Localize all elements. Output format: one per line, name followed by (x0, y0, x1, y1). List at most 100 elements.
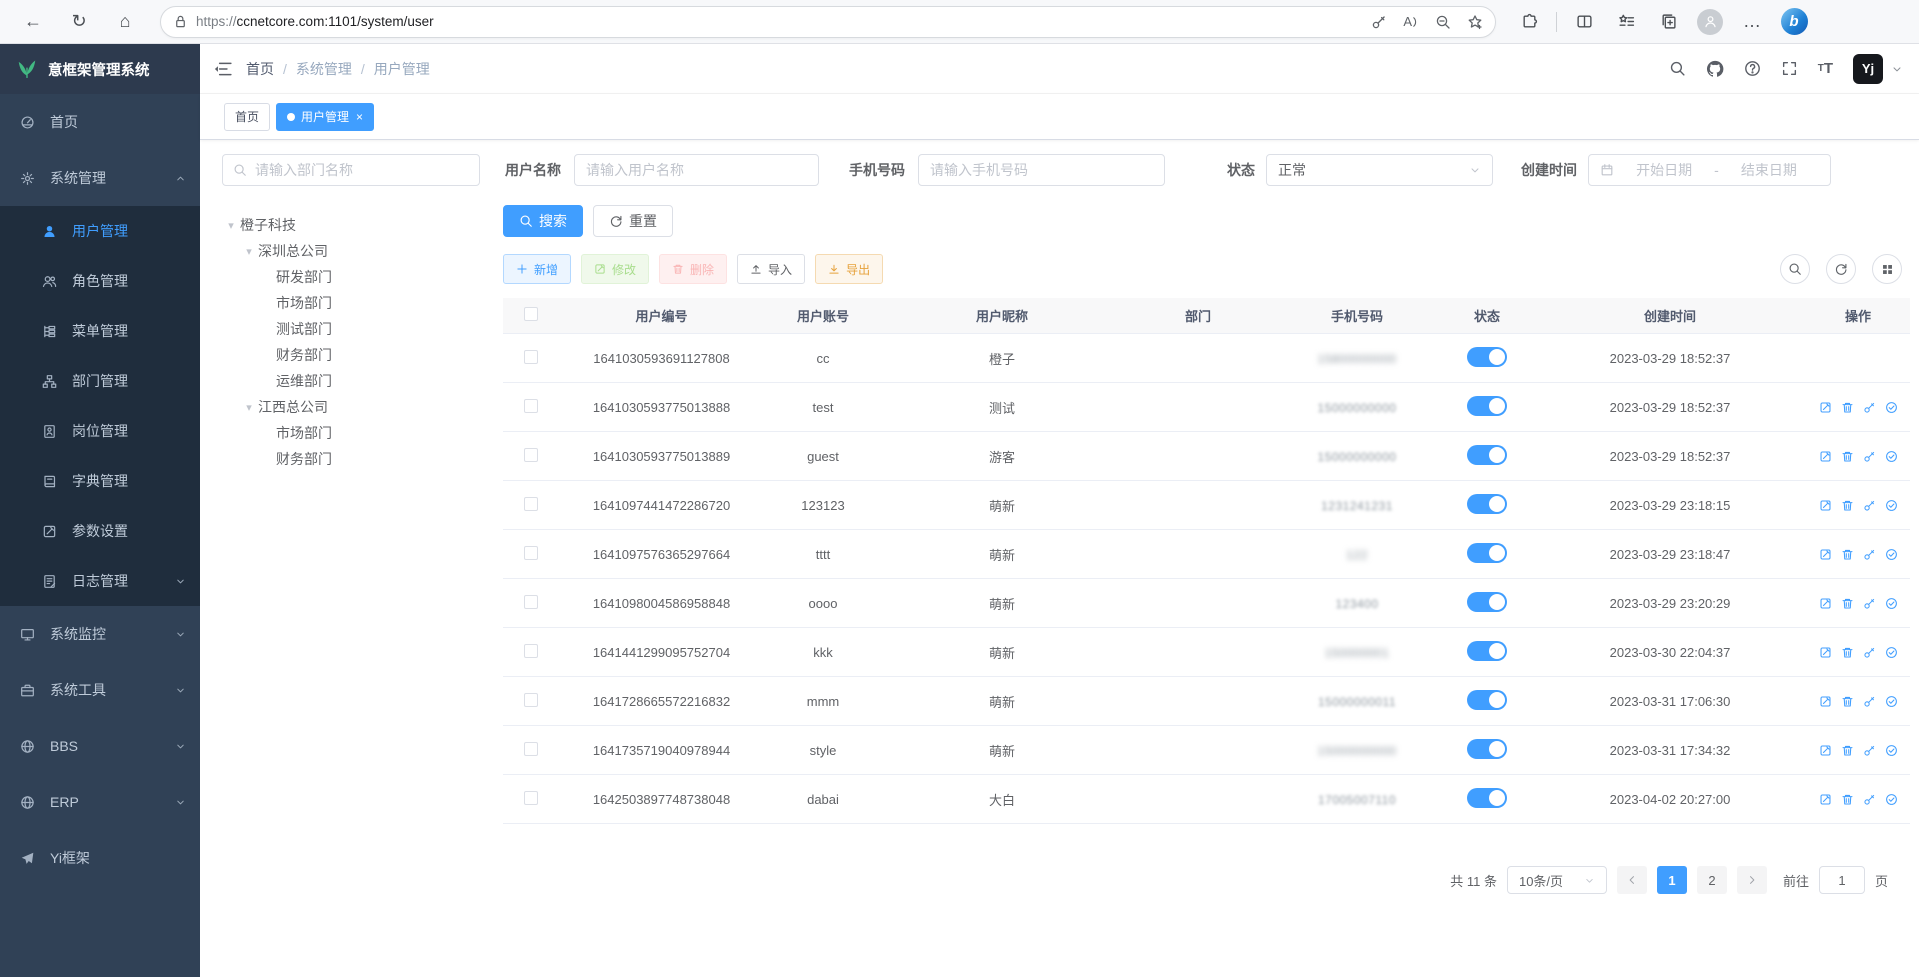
delete-icon[interactable] (1841, 401, 1854, 414)
row-checkbox[interactable] (524, 644, 538, 658)
row-checkbox[interactable] (524, 742, 538, 756)
status-toggle[interactable] (1467, 494, 1507, 514)
sidebar-item-参数设置[interactable]: 参数设置 (0, 506, 200, 556)
sidebar-item-部门管理[interactable]: 部门管理 (0, 356, 200, 406)
edit-icon[interactable] (1819, 597, 1832, 610)
tree-node-测试部门[interactable]: 测试部门 (222, 316, 480, 342)
tree-expand-icon[interactable]: ▾ (222, 219, 240, 232)
split-screen-icon[interactable] (1567, 5, 1601, 39)
phone-input[interactable] (930, 162, 1153, 178)
add-favorite-icon[interactable] (1467, 14, 1483, 30)
next-page-button[interactable] (1737, 866, 1767, 894)
assign-role-icon[interactable] (1885, 548, 1898, 561)
close-tab-icon[interactable]: × (356, 110, 363, 124)
status-toggle[interactable] (1467, 543, 1507, 563)
delete-icon[interactable] (1841, 695, 1854, 708)
add-button[interactable]: 新增 (503, 254, 571, 284)
goto-page-input[interactable] (1819, 866, 1865, 894)
edit-icon[interactable] (1819, 548, 1832, 561)
assign-role-icon[interactable] (1885, 597, 1898, 610)
sidebar-item-菜单管理[interactable]: 菜单管理 (0, 306, 200, 356)
edit-button[interactable]: 修改 (581, 254, 649, 284)
search-button[interactable]: 搜索 (503, 205, 583, 237)
page-size-select[interactable]: 10条/页 (1507, 866, 1607, 894)
refresh-table-icon[interactable] (1826, 254, 1856, 284)
username-input[interactable] (586, 162, 807, 178)
edit-icon[interactable] (1819, 793, 1832, 806)
show-search-toggle-icon[interactable] (1780, 254, 1810, 284)
sidebar-item-角色管理[interactable]: 角色管理 (0, 256, 200, 306)
tree-node-研发部门[interactable]: 研发部门 (222, 264, 480, 290)
department-search-input[interactable] (255, 162, 469, 178)
reset-password-icon[interactable] (1863, 548, 1876, 561)
tree-node-橙子科技[interactable]: ▾橙子科技 (222, 212, 480, 238)
tree-node-市场部门[interactable]: 市场部门 (222, 290, 480, 316)
row-checkbox[interactable] (524, 791, 538, 805)
tree-node-市场部门[interactable]: 市场部门 (222, 420, 480, 446)
tab-user-management[interactable]: 用户管理 × (276, 103, 374, 131)
start-date-placeholder[interactable]: 开始日期 (1614, 160, 1714, 180)
header-search-icon[interactable] (1669, 60, 1686, 77)
assign-role-icon[interactable] (1885, 695, 1898, 708)
import-button[interactable]: 导入 (737, 254, 805, 284)
tab-home[interactable]: 首页 (224, 103, 270, 131)
sidebar-item-字典管理[interactable]: 字典管理 (0, 456, 200, 506)
fullscreen-icon[interactable] (1781, 60, 1798, 77)
sidebar-item-用户管理[interactable]: 用户管理 (0, 206, 200, 256)
assign-role-icon[interactable] (1885, 401, 1898, 414)
tree-expand-icon[interactable]: ▾ (240, 245, 258, 258)
delete-icon[interactable] (1841, 597, 1854, 610)
help-icon[interactable] (1744, 60, 1761, 77)
assign-role-icon[interactable] (1885, 744, 1898, 757)
sidebar-item-岗位管理[interactable]: 岗位管理 (0, 406, 200, 456)
delete-icon[interactable] (1841, 548, 1854, 561)
tree-node-财务部门[interactable]: 财务部门 (222, 342, 480, 368)
reset-password-icon[interactable] (1863, 499, 1876, 512)
zoom-out-icon[interactable] (1435, 14, 1451, 30)
refresh-icon[interactable]: ↻ (62, 5, 96, 39)
collections-icon[interactable] (1651, 5, 1685, 39)
edit-icon[interactable] (1819, 401, 1832, 414)
tree-node-江西总公司[interactable]: ▾江西总公司 (222, 394, 480, 420)
delete-icon[interactable] (1841, 499, 1854, 512)
read-aloud-icon[interactable]: A (1403, 14, 1419, 29)
avatar-caret-icon[interactable] (1891, 63, 1903, 75)
sidebar-item-首页[interactable]: 首页 (0, 94, 200, 150)
sidebar-item-Yi框架[interactable]: Yi框架 (0, 830, 200, 886)
sidebar-item-ERP[interactable]: ERP (0, 774, 200, 830)
edit-icon[interactable] (1819, 646, 1832, 659)
row-checkbox[interactable] (524, 399, 538, 413)
prev-page-button[interactable] (1617, 866, 1647, 894)
edit-icon[interactable] (1819, 499, 1832, 512)
tree-node-运维部门[interactable]: 运维部门 (222, 368, 480, 394)
status-toggle[interactable] (1467, 690, 1507, 710)
assign-role-icon[interactable] (1885, 646, 1898, 659)
sidebar-item-BBS[interactable]: BBS (0, 718, 200, 774)
edit-icon[interactable] (1819, 695, 1832, 708)
tree-node-财务部门[interactable]: 财务部门 (222, 446, 480, 472)
font-size-icon[interactable]: TT (1818, 60, 1833, 77)
delete-icon[interactable] (1841, 646, 1854, 659)
reset-password-icon[interactable] (1863, 695, 1876, 708)
delete-icon[interactable] (1841, 450, 1854, 463)
date-range-picker[interactable]: 开始日期 - 结束日期 (1588, 154, 1831, 186)
status-toggle[interactable] (1467, 739, 1507, 759)
select-all-checkbox[interactable] (524, 307, 538, 321)
home-icon[interactable]: ⌂ (108, 5, 142, 39)
back-icon[interactable]: ← (16, 5, 50, 39)
status-toggle[interactable] (1467, 396, 1507, 416)
status-select[interactable]: 正常 (1266, 154, 1493, 186)
reset-password-icon[interactable] (1863, 401, 1876, 414)
delete-icon[interactable] (1841, 744, 1854, 757)
fold-sidebar-icon[interactable] (214, 60, 232, 78)
delete-button[interactable]: 删除 (659, 254, 727, 284)
row-checkbox[interactable] (524, 546, 538, 560)
page-button-2[interactable]: 2 (1697, 866, 1727, 894)
assign-role-icon[interactable] (1885, 450, 1898, 463)
reset-button[interactable]: 重置 (593, 205, 673, 237)
column-settings-icon[interactable] (1872, 254, 1902, 284)
reset-password-icon[interactable] (1863, 597, 1876, 610)
reset-password-icon[interactable] (1863, 793, 1876, 806)
row-checkbox[interactable] (524, 497, 538, 511)
reset-password-icon[interactable] (1863, 744, 1876, 757)
